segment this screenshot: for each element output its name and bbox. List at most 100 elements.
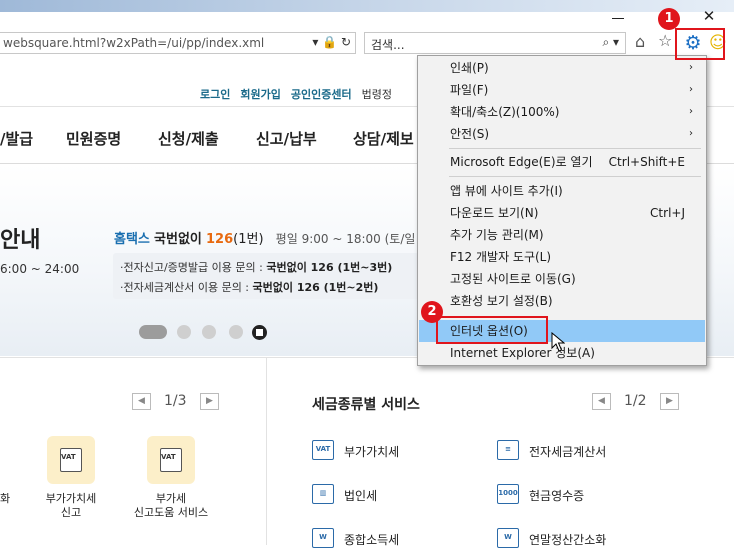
step-badge-1: 1: [658, 8, 680, 30]
login-link[interactable]: 로그인: [200, 88, 230, 101]
search-box[interactable]: 검색... ⌕ ▾: [364, 32, 626, 54]
menu-item-label: 호환성 보기 설정(B): [450, 294, 553, 308]
menu-item-open-edge[interactable]: Microsoft Edge(E)로 열기 Ctrl+Shift+E: [419, 151, 705, 173]
submenu-arrow-icon: ›: [689, 62, 693, 73]
vat-icon: VAT: [312, 440, 334, 460]
tax-service-item[interactable]: W 연말정산간소화: [497, 528, 647, 550]
menu-item-label: 안전(S): [450, 127, 490, 141]
submenu-arrow-icon: ›: [689, 106, 693, 117]
slide-stop-button[interactable]: [252, 325, 267, 340]
inquiry-2-value: 국번없이 126 (1번~2번): [252, 281, 379, 294]
menu-item-pinned-sites[interactable]: 고정된 사이트로 이동(G): [419, 268, 705, 290]
internet-options-highlight-box: [436, 316, 548, 344]
slide-indicator-active[interactable]: [139, 325, 167, 339]
menu-item-downloads[interactable]: 다운로드 보기(N) Ctrl+J: [419, 202, 705, 224]
cash-receipt-icon: 1000: [497, 484, 519, 504]
home-icon[interactable]: ⌂: [635, 33, 653, 51]
menu-item-label: 고정된 사이트로 이동(G): [450, 272, 576, 286]
menu-item-safety[interactable]: 안전(S) ›: [419, 123, 705, 145]
corporate-tax-icon: ▥: [312, 484, 334, 504]
tax-service-label: 전자세금계산서: [529, 445, 607, 459]
year-end-icon: W: [497, 528, 519, 548]
right-pager: ◀ 1/2 ▶: [592, 393, 682, 411]
service-hours: 평일 9:00 ~ 18:00 (토/일: [275, 232, 416, 246]
menu-item-label: 인쇄(P): [450, 61, 489, 75]
tax-service-label: 종합소득세: [344, 533, 400, 547]
step-badge-2: 2: [421, 301, 443, 323]
hero-title: 안내: [0, 228, 41, 253]
cert-center-link[interactable]: 공인인증센터: [291, 88, 352, 101]
nav-certificate[interactable]: 민원증명: [66, 128, 121, 149]
menu-item-label: 추가 기능 관리(M): [450, 228, 544, 242]
hometax-label: 홈택스: [114, 232, 150, 247]
menu-item-label: 앱 뷰에 사이트 추가(I): [450, 184, 563, 198]
menu-item-dev-tools[interactable]: F12 개발자 도구(L): [419, 246, 705, 268]
tax-service-label: 연말정산간소화: [529, 533, 607, 547]
tax-service-item[interactable]: W 종합소득세: [312, 528, 462, 550]
inquiry-line-1: ·전자신고/증명발급 이용 문의 : 국번없이 126 (1번~3번): [120, 259, 392, 275]
tax-service-item[interactable]: ▥ 법인세: [312, 484, 462, 506]
top-links: 로그인 회원가입 공인인증센터 법령정: [200, 86, 420, 102]
slide-indicator[interactable]: [202, 325, 216, 339]
vat-report-label[interactable]: 부가가치세 신고: [38, 492, 104, 520]
vat-help-label[interactable]: 부가세 신고도움 서비스: [122, 492, 220, 520]
inquiry-1-value: 국번없이 126 (1번~3번): [266, 261, 393, 274]
menu-shortcut: Ctrl+Shift+E: [608, 155, 685, 169]
nav-apply[interactable]: 신청/제출: [158, 128, 219, 149]
tax-service-label: 법인세: [344, 489, 378, 503]
submenu-arrow-icon: ›: [689, 84, 693, 95]
menu-item-manage-addons[interactable]: 추가 기능 관리(M): [419, 224, 705, 246]
e-invoice-icon: ≡: [497, 440, 519, 460]
menu-item-label: F12 개발자 도구(L): [450, 250, 552, 264]
nav-consult[interactable]: 상담/제보: [353, 128, 414, 149]
call-number: 126: [206, 232, 234, 247]
law-link[interactable]: 법령정: [362, 88, 392, 101]
inquiry-1-label: ·전자신고/증명발급 이용 문의 :: [120, 261, 267, 274]
next-page-button[interactable]: ▶: [200, 393, 219, 410]
menu-item-label: 다운로드 보기(N): [450, 206, 539, 220]
slide-indicator[interactable]: [229, 325, 243, 339]
tax-service-item[interactable]: ≡ 전자세금계산서: [497, 440, 647, 462]
menu-item-add-app-view[interactable]: 앱 뷰에 사이트 추가(I): [419, 180, 705, 202]
hometax-contact: 홈택스 국번없이 126(1번) 평일 9:00 ~ 18:00 (토/일: [114, 228, 415, 247]
menu-item-label: 파일(F): [450, 83, 489, 97]
menu-separator: [449, 176, 701, 177]
submenu-arrow-icon: ›: [689, 128, 693, 139]
service-label[interactable]: 화: [0, 492, 10, 506]
tax-section-title: 세금종류별 서비스: [312, 397, 420, 413]
tax-service-label: 부가가치세: [344, 445, 400, 459]
menu-item-label: 확대/축소(Z)(100%): [450, 105, 560, 119]
menu-shortcut: Ctrl+J: [650, 206, 685, 220]
minimize-button[interactable]: [611, 10, 625, 22]
browser-chrome: ✕ websquare.html?w2xPath=/ui/pp/index.xm…: [0, 0, 734, 62]
hero-hours: 6:00 ~ 24:00: [0, 262, 80, 276]
menu-item-compat-view[interactable]: 호환성 보기 설정(B): [419, 290, 705, 312]
address-tools-icon[interactable]: ▾ 🔒 ↻: [312, 35, 351, 49]
inquiry-line-2: ·전자세금계산서 이용 문의 : 국번없이 126 (1번~2번): [120, 279, 378, 295]
next-page-button[interactable]: ▶: [660, 393, 679, 410]
column-divider: [266, 357, 267, 545]
menu-item-file[interactable]: 파일(F) ›: [419, 79, 705, 101]
search-icon[interactable]: ⌕ ▾: [602, 35, 619, 50]
mouse-cursor-icon: [551, 332, 565, 352]
menu-item-zoom[interactable]: 확대/축소(Z)(100%) ›: [419, 101, 705, 123]
tax-service-item[interactable]: VAT 부가가치세: [312, 440, 462, 462]
address-bar[interactable]: websquare.html?w2xPath=/ui/pp/index.xml …: [0, 32, 356, 54]
tax-service-item[interactable]: 1000 현금영수증: [497, 484, 647, 506]
slide-indicator[interactable]: [177, 325, 191, 339]
menu-item-print[interactable]: 인쇄(P) ›: [419, 57, 705, 79]
vat-report-icon[interactable]: VAT: [47, 436, 95, 484]
nav-report-pay[interactable]: 신고/납부: [256, 128, 317, 149]
right-page-indicator: 1/2: [624, 393, 647, 409]
call-prefix: 국번없이: [154, 232, 202, 247]
call-suffix: (1번): [233, 232, 264, 247]
prev-page-button[interactable]: ◀: [592, 393, 611, 410]
signup-link[interactable]: 회원가입: [240, 88, 280, 101]
vat-help-icon[interactable]: VAT: [147, 436, 195, 484]
close-button[interactable]: ✕: [700, 7, 718, 25]
favorites-star-icon[interactable]: ☆: [658, 32, 676, 50]
prev-page-button[interactable]: ◀: [132, 393, 151, 410]
nav-issue[interactable]: /발급: [0, 128, 33, 149]
tax-service-label: 현금영수증: [529, 489, 585, 503]
search-input[interactable]: 검색...: [371, 36, 405, 53]
